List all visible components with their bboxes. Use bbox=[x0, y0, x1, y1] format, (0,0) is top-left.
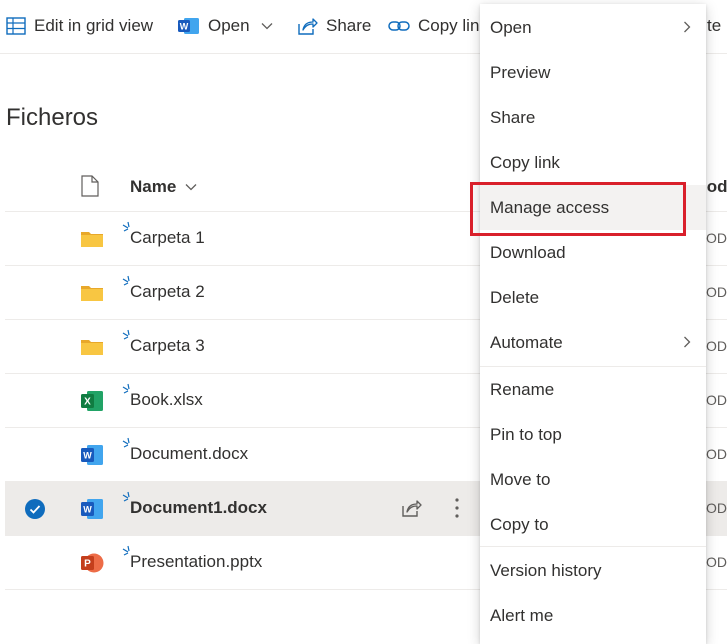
copy-link-button[interactable]: Copy lin bbox=[388, 14, 479, 38]
menu-item-download[interactable]: Download bbox=[480, 230, 706, 275]
menu-item-label: Pin to top bbox=[490, 424, 562, 444]
menu-item-delete[interactable]: Delete bbox=[480, 275, 706, 320]
menu-item-label: Copy to bbox=[490, 514, 549, 534]
name-column-header[interactable]: Name bbox=[130, 177, 198, 197]
modified-cell: OD bbox=[706, 446, 727, 462]
share-button[interactable]: Share bbox=[296, 14, 371, 38]
open-label: Open bbox=[208, 16, 250, 35]
file-name-link[interactable]: Carpeta 2 bbox=[130, 282, 205, 302]
copy-link-label: Copy lin bbox=[418, 16, 480, 35]
svg-text:W: W bbox=[180, 22, 189, 32]
file-name-link[interactable]: Carpeta 3 bbox=[130, 336, 205, 356]
menu-divider bbox=[480, 546, 706, 547]
menu-item-pin-to-top[interactable]: Pin to top bbox=[480, 412, 706, 457]
chevron-down-icon bbox=[261, 23, 273, 30]
menu-item-label: Download bbox=[490, 242, 566, 262]
share-icon[interactable] bbox=[400, 497, 422, 519]
menu-item-label: Copy link bbox=[490, 152, 560, 172]
edit-grid-view-button[interactable]: Edit in grid view bbox=[6, 14, 153, 38]
word-icon: W bbox=[81, 499, 103, 519]
name-header-label: Name bbox=[130, 177, 177, 196]
checkmark-circle-icon[interactable] bbox=[24, 498, 46, 520]
folder-icon bbox=[81, 286, 103, 301]
menu-item-share[interactable]: Share bbox=[480, 95, 706, 140]
folder-icon bbox=[81, 232, 103, 247]
svg-text:X: X bbox=[84, 397, 91, 408]
menu-item-move-to[interactable]: Move to bbox=[480, 457, 706, 502]
file-name-link[interactable]: Presentation.pptx bbox=[130, 552, 262, 572]
svg-text:W: W bbox=[83, 451, 92, 461]
modified-cell: OD bbox=[706, 338, 727, 354]
svg-text:P: P bbox=[84, 559, 91, 570]
file-name-link[interactable]: Document1.docx bbox=[130, 498, 267, 518]
toolbar-overflow-partial[interactable]: te bbox=[707, 14, 721, 38]
share-icon bbox=[298, 18, 318, 35]
menu-item-label: Alert me bbox=[490, 605, 554, 625]
menu-item-label: Rename bbox=[490, 379, 555, 399]
menu-item-label: Preview bbox=[490, 62, 551, 82]
menu-item-version-history[interactable]: Version history bbox=[480, 548, 706, 593]
share-label: Share bbox=[326, 16, 372, 35]
menu-item-rename[interactable]: Rename bbox=[480, 367, 706, 412]
page-title: Ficheros bbox=[6, 104, 99, 131]
highlight-box bbox=[470, 182, 686, 236]
menu-item-alert-me[interactable]: Alert me bbox=[480, 593, 706, 638]
more-vertical-icon[interactable] bbox=[451, 495, 463, 521]
menu-item-label: Version history bbox=[490, 560, 602, 580]
modified-cell: OD bbox=[706, 284, 727, 300]
file-name-link[interactable]: Document.docx bbox=[130, 444, 248, 464]
modified-cell: OD bbox=[706, 230, 727, 246]
modified-cell: OD bbox=[706, 554, 727, 570]
menu-item-label: Open bbox=[490, 17, 532, 37]
toolbar-partial-label: te bbox=[707, 16, 722, 35]
menu-item-label: Automate bbox=[490, 332, 563, 352]
word-icon: W bbox=[81, 445, 103, 465]
context-menu: Open Preview Share Copy link Manage acce… bbox=[480, 4, 706, 644]
file-name-link[interactable]: Carpeta 1 bbox=[130, 228, 205, 248]
file-name-link[interactable]: Book.xlsx bbox=[130, 390, 203, 410]
file-type-icon[interactable] bbox=[81, 175, 99, 197]
menu-item-label: Share bbox=[490, 107, 536, 127]
folder-icon bbox=[81, 340, 103, 355]
modified-cell: OD bbox=[706, 392, 727, 408]
link-icon bbox=[388, 21, 410, 31]
modified-cell: OD bbox=[706, 500, 727, 516]
menu-item-label: Delete bbox=[490, 287, 540, 307]
menu-item-label: Move to bbox=[490, 469, 551, 489]
svg-text:W: W bbox=[83, 505, 92, 515]
menu-item-open[interactable]: Open bbox=[480, 5, 706, 50]
grid-icon bbox=[6, 17, 26, 35]
excel-icon: X bbox=[81, 391, 103, 411]
chevron-right-icon bbox=[684, 21, 691, 33]
chevron-down-icon bbox=[185, 184, 197, 191]
menu-item-copy-to[interactable]: Copy to bbox=[480, 502, 706, 547]
edit-grid-view-label: Edit in grid view bbox=[34, 16, 154, 35]
chevron-right-icon bbox=[684, 336, 691, 348]
powerpoint-icon: P bbox=[81, 553, 104, 573]
menu-item-copy-link[interactable]: Copy link bbox=[480, 140, 706, 185]
word-icon: W bbox=[178, 18, 199, 34]
menu-item-preview[interactable]: Preview bbox=[480, 50, 706, 95]
open-button[interactable]: W Open bbox=[178, 14, 274, 38]
menu-item-automate[interactable]: Automate bbox=[480, 320, 706, 365]
